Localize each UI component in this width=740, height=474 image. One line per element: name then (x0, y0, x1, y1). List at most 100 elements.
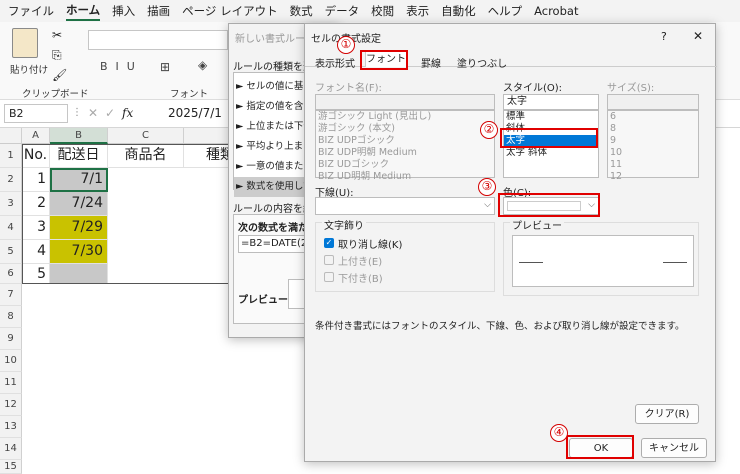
menu-file[interactable]: ファイル (8, 3, 54, 19)
menu-insert[interactable]: 挿入 (112, 3, 135, 19)
size-item[interactable]: 6 (608, 111, 698, 123)
conditional-format-note: 条件付き書式にはフォントのスタイル、下線、色、および取り消し線が設定できます。 (315, 321, 685, 332)
format-painter-icon[interactable]: 🖌 (52, 68, 67, 82)
cell-b1[interactable]: 配送日 (50, 144, 108, 168)
row-header-11[interactable]: 11 (0, 372, 22, 394)
superscript-checkbox[interactable] (324, 255, 334, 265)
font-item[interactable]: 游ゴシック Light (見出し) (316, 111, 494, 123)
style-input[interactable]: 太字 (503, 94, 599, 110)
underline-select[interactable]: ⌵ (315, 197, 495, 215)
menu-page-layout[interactable]: ページ レイアウト (182, 3, 277, 19)
row-header-10[interactable]: 10 (0, 350, 22, 372)
formula-value[interactable]: 2025/7/1 (168, 106, 222, 120)
row-header-15[interactable]: 15 (0, 460, 22, 474)
row-header-5[interactable]: 5 (0, 240, 22, 264)
font-item[interactable]: 游ゴシック (本文) (316, 123, 494, 135)
fill-color-icon[interactable]: ◈ (198, 58, 207, 72)
column-header-a[interactable]: A (22, 128, 50, 144)
font-item[interactable]: BIZ UD明朝 Medium (316, 171, 494, 183)
strike-checkbox[interactable]: ✓ (324, 238, 334, 248)
row-header-1[interactable]: 1 (0, 144, 22, 168)
cancel-button[interactable]: キャンセル (641, 438, 707, 458)
size-item[interactable]: 9 (608, 135, 698, 147)
font-name-list[interactable]: 游ゴシック Light (見出し) 游ゴシック (本文) BIZ UDPゴシック… (315, 110, 495, 182)
subscript-label: 下付き(B) (338, 274, 383, 285)
paste-label[interactable]: 貼り付け (10, 62, 48, 76)
cancel-entry-icon[interactable]: ✕ (88, 106, 98, 120)
menu-formulas[interactable]: 数式 (290, 3, 313, 19)
name-box[interactable]: B2 (4, 104, 68, 123)
bold-italic-underline-icons[interactable]: BIU (100, 60, 143, 73)
style-item[interactable]: 標準 (504, 111, 598, 123)
new-rule-title: 新しい書式ルール (235, 34, 315, 45)
row-header-3[interactable]: 3 (0, 192, 22, 216)
cell-b6[interactable] (50, 264, 108, 284)
font-name-combo[interactable] (88, 30, 228, 50)
tab-number-format[interactable]: 表示形式 (315, 55, 355, 70)
size-input[interactable] (607, 94, 699, 110)
size-item[interactable]: 10 (608, 147, 698, 159)
style-item[interactable]: 太字 斜体 (504, 147, 598, 159)
cell-b4[interactable]: 7/29 (50, 216, 108, 240)
border-icon[interactable]: ⊞ (160, 60, 170, 74)
cell-b2[interactable]: 7/1 (50, 168, 108, 192)
font-item[interactable]: BIZ UDP明朝 Medium (316, 147, 494, 159)
cell-b3[interactable]: 7/24 (50, 192, 108, 216)
tab-fill[interactable]: 塗りつぶし (457, 55, 507, 70)
strike-label: 取り消し線(K) (338, 240, 403, 251)
cell-a1[interactable]: No. (22, 144, 50, 168)
row-header-12[interactable]: 12 (0, 394, 22, 416)
menu-view[interactable]: 表示 (406, 3, 429, 19)
step-marker-4: ④ (550, 424, 568, 442)
menu-home[interactable]: ホーム (66, 2, 101, 21)
paste-icon[interactable] (12, 28, 38, 58)
cell-a2[interactable]: 1 (22, 168, 50, 192)
row-header-2[interactable]: 2 (0, 168, 22, 192)
menu-review[interactable]: 校閲 (371, 3, 394, 19)
menu-draw[interactable]: 描画 (147, 3, 170, 19)
cut-icon[interactable]: ✂ (52, 28, 62, 42)
font-name-label: フォント名(F): (315, 83, 382, 94)
cell-a5[interactable]: 4 (22, 240, 50, 264)
column-header-b[interactable]: B (50, 128, 108, 144)
row-header-8[interactable]: 8 (0, 306, 22, 328)
size-list[interactable]: 6 8 9 10 11 12 (607, 110, 699, 182)
size-item[interactable]: 11 (608, 159, 698, 171)
column-header-c[interactable]: C (108, 128, 184, 144)
font-item[interactable]: BIZ UDPゴシック (316, 135, 494, 147)
row-header-6[interactable]: 6 (0, 264, 22, 284)
row-header-9[interactable]: 9 (0, 328, 22, 350)
close-button[interactable]: ✕ (693, 29, 703, 43)
row-header-14[interactable]: 14 (0, 438, 22, 460)
row-header-7[interactable]: 7 (0, 284, 22, 306)
font-name-input[interactable] (315, 94, 495, 110)
cell-b5[interactable]: 7/30 (50, 240, 108, 264)
confirm-entry-icon[interactable]: ✓ (105, 106, 115, 120)
help-button[interactable]: ? (661, 30, 667, 43)
font-item[interactable]: BIZ UDゴシック (316, 159, 494, 171)
cell-a6[interactable]: 5 (22, 264, 50, 284)
cell-c1[interactable]: 商品名 (108, 144, 184, 168)
insert-function-icon[interactable]: fx (122, 106, 133, 120)
row-header-4[interactable]: 4 (0, 216, 22, 240)
highlight-font-tab (360, 50, 408, 70)
menu-help[interactable]: ヘルプ (488, 3, 523, 19)
effects-label: 文字飾り (322, 217, 366, 232)
menu-data[interactable]: データ (325, 3, 360, 19)
select-all-corner[interactable] (0, 128, 22, 144)
cell-a4[interactable]: 3 (22, 216, 50, 240)
menu-bar: ファイル ホーム 挿入 描画 ページ レイアウト 数式 データ 校閲 表示 自動… (0, 0, 740, 22)
menu-automate[interactable]: 自動化 (441, 3, 476, 19)
preview-group: プレビュー (503, 217, 699, 296)
subscript-checkbox[interactable] (324, 272, 334, 282)
row-header-13[interactable]: 13 (0, 416, 22, 438)
preview-line-left (519, 262, 543, 263)
font-group-label: フォント (170, 89, 209, 100)
size-item[interactable]: 12 (608, 171, 698, 183)
tab-border[interactable]: 罫線 (421, 55, 441, 70)
clear-button[interactable]: クリア(R) (635, 404, 699, 424)
cell-a3[interactable]: 2 (22, 192, 50, 216)
copy-icon[interactable]: ⎘ (52, 48, 62, 63)
size-item[interactable]: 8 (608, 123, 698, 135)
menu-acrobat[interactable]: Acrobat (534, 4, 578, 18)
